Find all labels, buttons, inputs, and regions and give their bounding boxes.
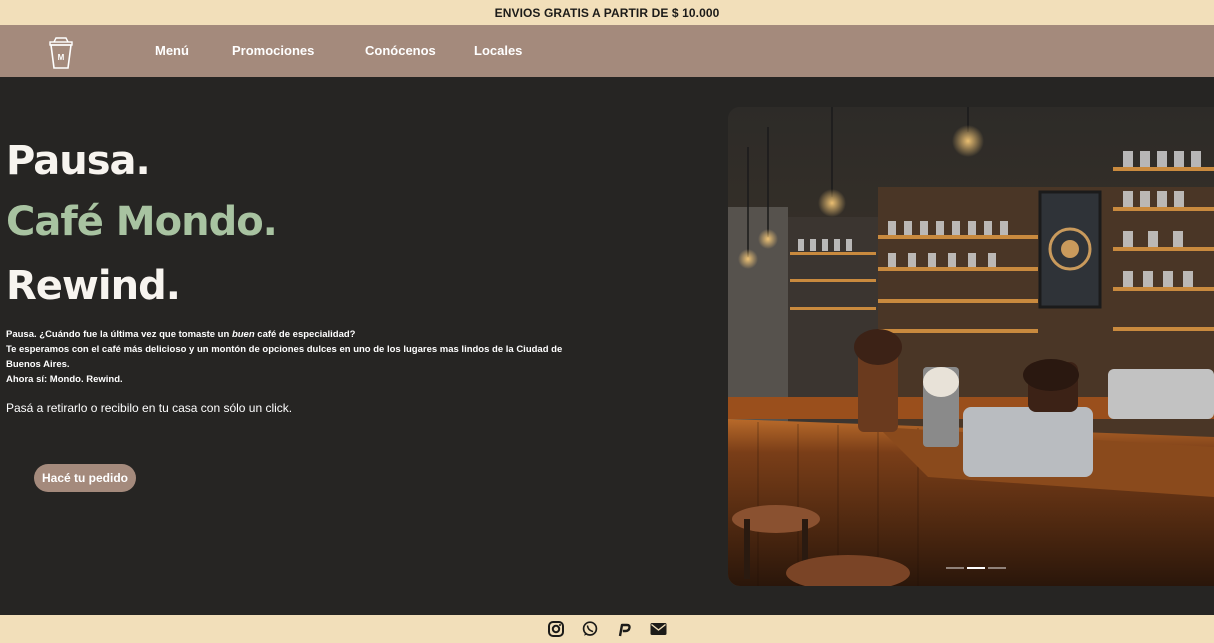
desc-line-1: Pausa. ¿Cuándo fue la última vez que tom… (6, 329, 356, 340)
announcement-text: ENVIOS GRATIS A PARTIR DE $ 10.000 (494, 5, 720, 20)
nav-item-promociones[interactable]: Promociones (232, 43, 314, 58)
logo-letter: M (58, 53, 65, 62)
carousel-dot-3[interactable] (988, 567, 1006, 569)
hero-description: Pausa. ¿Cuándo fue la última vez que tom… (6, 327, 586, 387)
carousel-dot-2[interactable] (967, 567, 985, 569)
hero-image-cafe-interior (728, 107, 1214, 586)
announcement-bar: ENVIOS GRATIS A PARTIR DE $ 10.000 (0, 0, 1214, 25)
nav-item-locales[interactable]: Locales (474, 43, 522, 58)
headline-rewind: Rewind. (6, 263, 181, 309)
carousel-dot-1[interactable] (946, 567, 964, 569)
headline-pausa: Pausa. (6, 138, 151, 184)
order-button[interactable]: Hacé tu pedido (34, 464, 136, 492)
instagram-icon[interactable] (547, 620, 565, 638)
headline-cafe-mondo: Café Mondo. (6, 199, 278, 245)
nav-item-menu[interactable]: Menú (155, 43, 189, 58)
nav-item-conocenos[interactable]: Conócenos (365, 43, 436, 58)
carousel-indicators (946, 567, 1006, 569)
main-nav: M Menú Promociones Conócenos Locales (0, 25, 1214, 77)
cta-text: Pasá a retirarlo o recibilo en tu casa c… (6, 401, 293, 415)
cafe-illustration (728, 107, 1214, 586)
whatsapp-icon[interactable] (581, 620, 599, 638)
desc-line-3: Ahora sí: Mondo. Rewind. (6, 374, 123, 385)
mail-icon[interactable] (649, 620, 667, 638)
footer (0, 615, 1214, 643)
desc-line-2: Te esperamos con el café más delicioso y… (6, 344, 563, 370)
pedidosya-icon[interactable] (615, 620, 633, 638)
cup-logo-icon[interactable]: M (48, 37, 74, 69)
